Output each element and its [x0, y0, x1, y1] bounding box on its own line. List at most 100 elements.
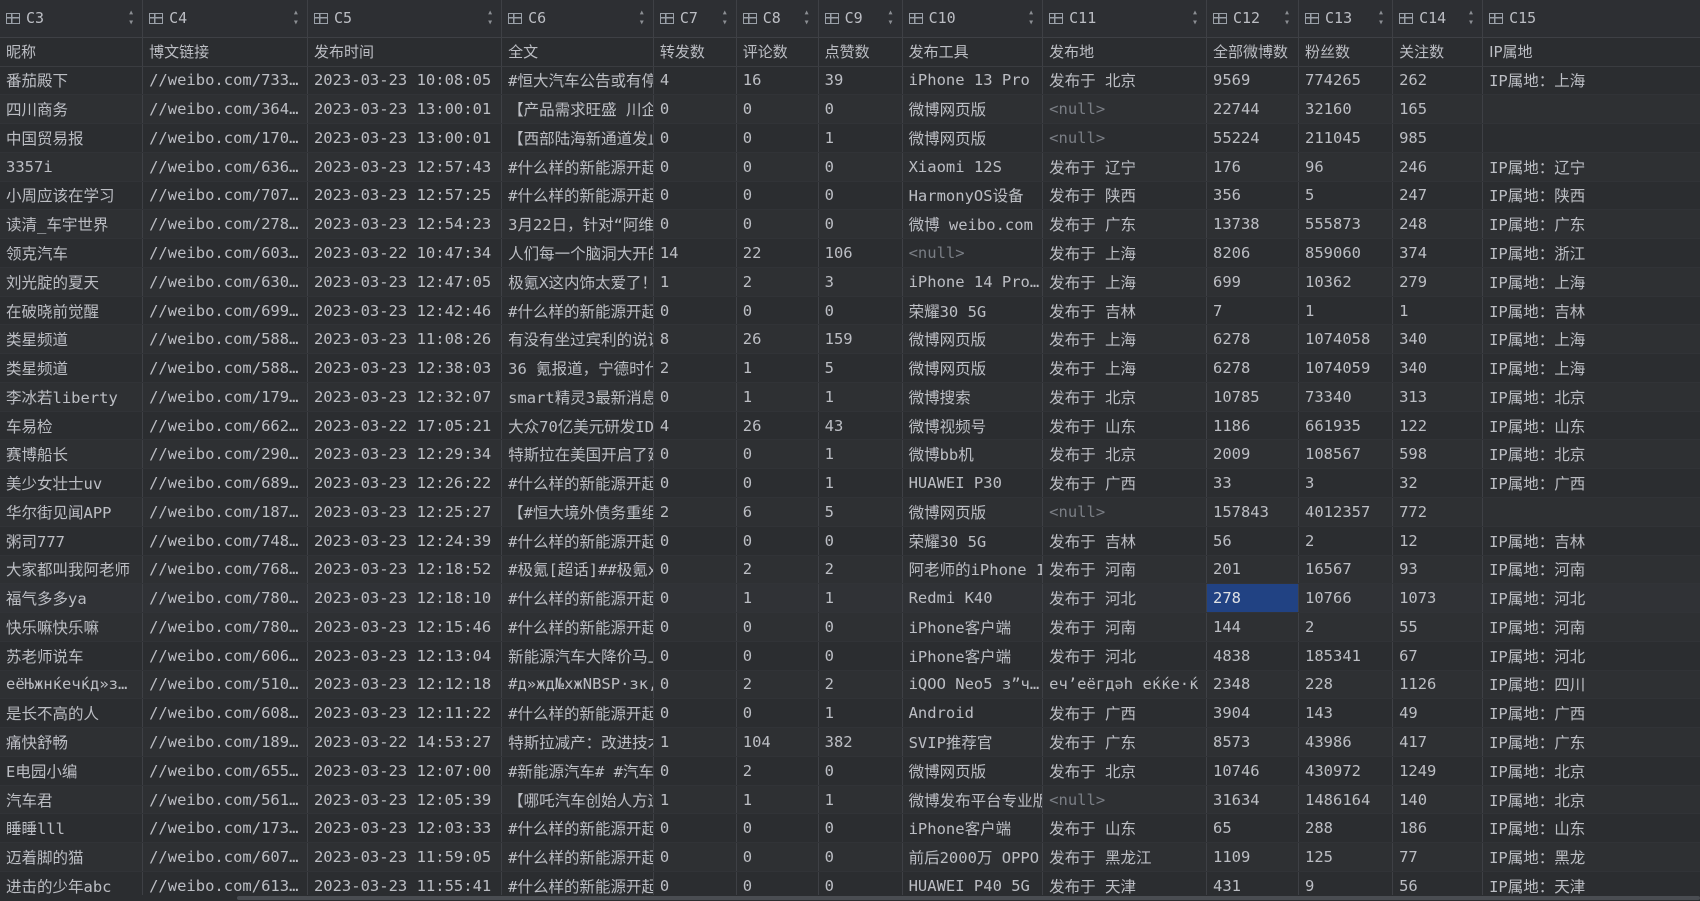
table-cell[interactable]: 【哪吒汽车创始人方运…: [501, 785, 654, 815]
table-cell[interactable]: 领克汽车: [0, 238, 144, 268]
table-cell[interactable]: 0: [736, 526, 819, 556]
table-cell[interactable]: [1482, 123, 1700, 153]
table-cell[interactable]: 0: [653, 641, 737, 671]
table-cell[interactable]: 微博网页版: [902, 353, 1044, 383]
table-row[interactable]: 在破晓前觉醒//weibo.com/699… 2023-03-23 12:42:4…: [0, 296, 1700, 326]
table-cell[interactable]: 2: [1298, 612, 1394, 642]
table-cell[interactable]: 859060: [1298, 238, 1394, 268]
table-cell[interactable]: 1: [653, 267, 737, 297]
column-header-c14[interactable]: C14 ▴ ▾: [1392, 0, 1484, 38]
table-cell[interactable]: 0: [653, 555, 737, 585]
horizontal-scrollbar[interactable]: [0, 895, 1700, 901]
table-cell[interactable]: 0: [818, 641, 903, 671]
table-cell[interactable]: 2023-03-23 12:57:43: [307, 152, 503, 182]
table-cell[interactable]: 0: [653, 181, 737, 211]
table-cell[interactable]: 774265: [1298, 66, 1394, 96]
table-row[interactable]: E电园小编//weibo.com/655… 2023-03-23 12:07:00…: [0, 756, 1700, 786]
table-cell[interactable]: IP属地：浙江: [1482, 238, 1700, 268]
table-cell[interactable]: 特斯拉在美国开启了延…: [501, 439, 654, 470]
table-cell[interactable]: 0: [653, 152, 737, 182]
table-cell[interactable]: 2023-03-23 13:00:01: [307, 94, 503, 125]
table-cell[interactable]: Redmi K40: [902, 583, 1044, 614]
table-cell[interactable]: IP属地：广东: [1482, 209, 1700, 240]
table-cell[interactable]: 16567: [1298, 555, 1394, 585]
table-cell[interactable]: 26: [736, 411, 819, 441]
table-cell[interactable]: 555873: [1298, 209, 1394, 240]
table-cell[interactable]: 番茄殿下: [0, 66, 144, 96]
table-cell[interactable]: 0: [653, 842, 737, 872]
table-cell[interactable]: 2023-03-23 12:03:33: [307, 813, 503, 844]
table-cell[interactable]: 粥司777: [0, 526, 144, 556]
table-cell[interactable]: 1: [818, 439, 903, 470]
table-cell[interactable]: IP属地：河南: [1482, 555, 1700, 585]
table-row[interactable]: 番茄殿下//weibo.com/733… 2023-03-23 10:08:05 #…: [0, 66, 1700, 96]
column-header-c8[interactable]: C8 ▴ ▾: [736, 0, 819, 38]
table-cell[interactable]: 1249: [1392, 756, 1484, 786]
sort-icon[interactable]: ▴ ▾: [1192, 8, 1198, 28]
table-cell[interactable]: #极氪[超话]##极氪x…: [501, 555, 654, 585]
table-cell[interactable]: 0: [736, 152, 819, 182]
table-cell[interactable]: 6278: [1206, 353, 1300, 383]
table-cell[interactable]: #什么样的新能源开起…: [501, 612, 654, 642]
table-cell[interactable]: #什么样的新能源开起…: [501, 842, 654, 872]
table-row[interactable]: 华尔街见闻APP//weibo.com/187… 2023-03-23 12:25…: [0, 497, 1700, 527]
table-cell[interactable]: #什么样的新能源开起…: [501, 583, 654, 614]
table-cell[interactable]: 迈着脚的猫: [0, 842, 144, 872]
table-cell[interactable]: 发布于 河南: [1042, 555, 1207, 585]
sort-icon[interactable]: ▴ ▾: [804, 8, 810, 28]
table-cell[interactable]: //weibo.com/364…: [142, 94, 308, 125]
table-cell[interactable]: 发布于 北京: [1042, 439, 1207, 470]
table-cell[interactable]: //weibo.com/588…: [142, 324, 308, 355]
table-cell[interactable]: //weibo.com/189…: [142, 727, 308, 757]
table-cell[interactable]: IP属地：吉林: [1482, 296, 1700, 326]
table-cell[interactable]: 2023-03-22 17:05:21: [307, 411, 503, 441]
table-cell[interactable]: //weibo.com/662…: [142, 411, 308, 441]
table-cell[interactable]: 0: [818, 842, 903, 872]
table-cell[interactable]: 2023-03-23 12:42:46: [307, 296, 503, 326]
table-cell[interactable]: еч’еёгдәһ еќќе·ќ: [1042, 670, 1207, 700]
sort-icon[interactable]: ▴ ▾: [1028, 8, 1034, 28]
table-cell[interactable]: 10766: [1298, 583, 1394, 614]
table-cell[interactable]: 2023-03-23 12:11:22: [307, 698, 503, 729]
table-cell[interactable]: 1: [818, 123, 903, 153]
sort-icon[interactable]: ▴ ▾: [1468, 8, 1474, 28]
table-cell[interactable]: iPhone 13 Pro: [902, 66, 1044, 96]
sort-icon[interactable]: ▴ ▾: [1284, 8, 1290, 28]
table-cell[interactable]: 荣耀30 5G: [902, 296, 1044, 326]
table-cell[interactable]: 598: [1392, 439, 1484, 470]
table-cell[interactable]: 微博发布平台专业版: [902, 785, 1044, 815]
table-cell[interactable]: 荣耀30 5G: [902, 526, 1044, 556]
table-cell[interactable]: 0: [653, 296, 737, 326]
table-cell[interactable]: smart精灵3最新消息…: [501, 382, 654, 412]
table-cell[interactable]: 73340: [1298, 382, 1394, 412]
sort-icon[interactable]: ▴ ▾: [128, 8, 134, 28]
table-cell[interactable]: 【西部陆海新通道发止…: [501, 123, 654, 153]
table-cell[interactable]: 0: [818, 181, 903, 211]
table-cell[interactable]: 122: [1392, 411, 1484, 441]
table-cell[interactable]: 430972: [1298, 756, 1394, 786]
table-cell[interactable]: E电园小编: [0, 756, 144, 786]
table-cell[interactable]: 108567: [1298, 439, 1394, 470]
table-cell[interactable]: 1186: [1206, 411, 1300, 441]
table-cell[interactable]: 赛博船长: [0, 439, 144, 470]
table-cell[interactable]: //weibo.com/561…: [142, 785, 308, 815]
table-cell[interactable]: 278: [1206, 583, 1300, 614]
table-cell[interactable]: 发布于 广东: [1042, 209, 1207, 240]
table-cell[interactable]: 247: [1392, 181, 1484, 211]
table-cell[interactable]: #什么样的新能源开起…: [501, 181, 654, 211]
table-cell[interactable]: 165: [1392, 94, 1484, 125]
table-cell[interactable]: IP属地：河南: [1482, 612, 1700, 642]
table-cell[interactable]: 12: [1392, 526, 1484, 556]
table-cell[interactable]: 3月22日，针对“阿维…: [501, 209, 654, 240]
table-cell[interactable]: 发布于 上海: [1042, 353, 1207, 383]
table-cell[interactable]: //weibo.com/630…: [142, 267, 308, 297]
table-cell[interactable]: 67: [1392, 641, 1484, 671]
table-cell[interactable]: 140: [1392, 785, 1484, 815]
table-cell[interactable]: eёЊжнќечќд»з…: [0, 670, 144, 700]
table-cell[interactable]: IP属地：上海: [1482, 66, 1700, 96]
table-cell[interactable]: 7: [1206, 296, 1300, 326]
table-cell[interactable]: //weibo.com/607…: [142, 842, 308, 872]
table-cell[interactable]: 39: [818, 66, 903, 96]
table-cell[interactable]: 0: [653, 670, 737, 700]
table-cell[interactable]: 0: [736, 123, 819, 153]
